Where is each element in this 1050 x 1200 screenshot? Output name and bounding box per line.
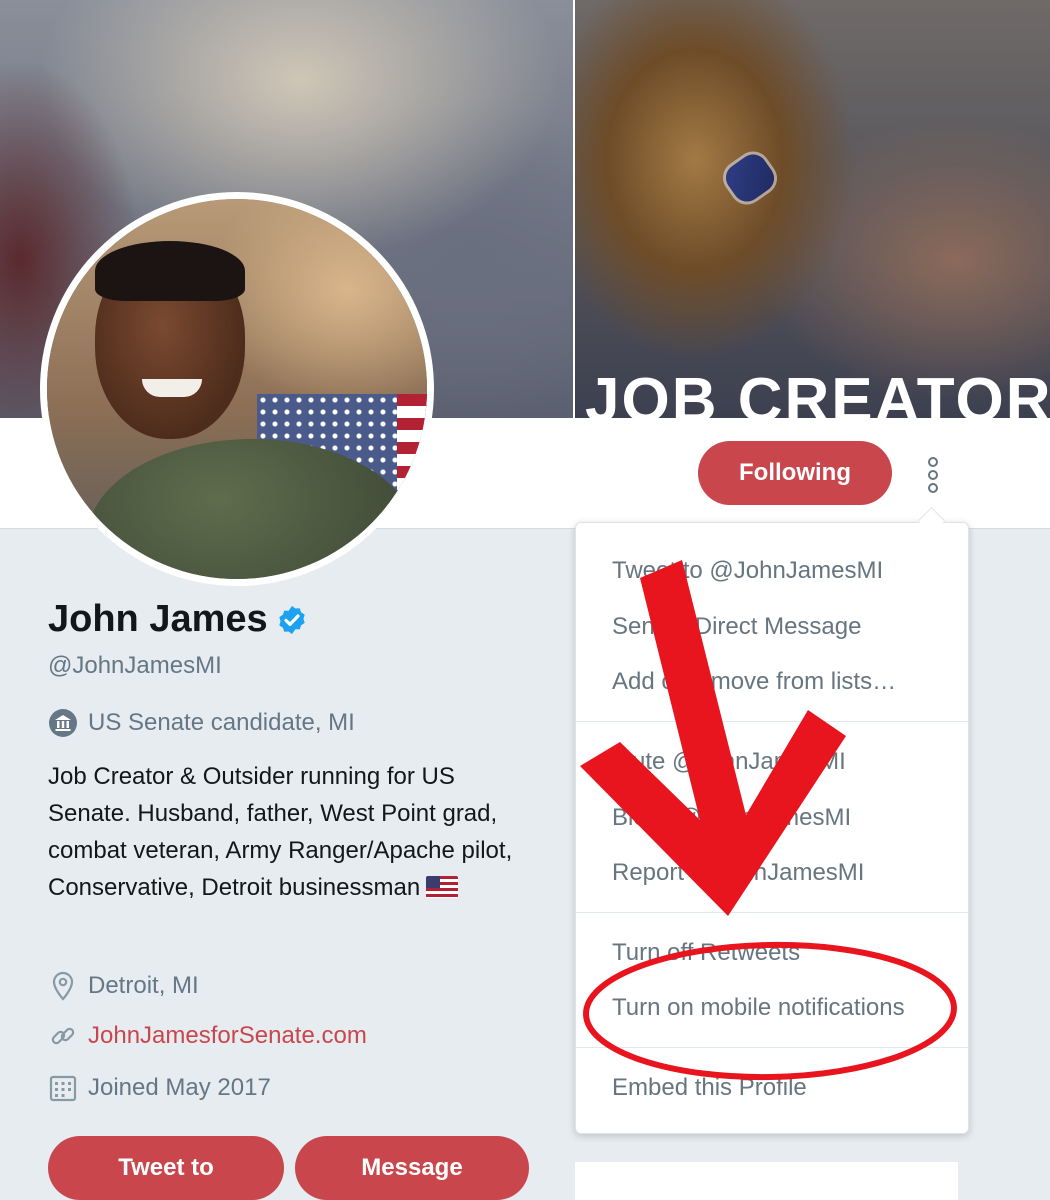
us-flag-emoji	[426, 876, 459, 898]
location-pin-icon	[52, 971, 74, 1001]
profile-bio: Job Creator & Outsider running for US Se…	[48, 758, 518, 906]
menu-divider	[576, 912, 968, 913]
profile-location: Detroit, MI	[88, 972, 199, 999]
menu-item-mute[interactable]: Mute @JohnJamesMI	[612, 748, 846, 776]
sidebar-card	[575, 1162, 958, 1200]
profile-title-row: US Senate candidate, MI	[48, 708, 355, 738]
profile-name: John James	[48, 598, 268, 640]
menu-divider	[576, 1047, 968, 1048]
profile-title: US Senate candidate, MI	[88, 709, 355, 736]
profile-name-row: John James	[48, 598, 308, 641]
menu-item-block[interactable]: Block @JohnJamesMI	[612, 804, 851, 832]
government-building-icon	[49, 709, 77, 737]
profile-joined-row: Joined May 2017	[48, 1073, 271, 1103]
profile-joined: Joined May 2017	[88, 1074, 271, 1101]
avatar-person-hair	[95, 241, 245, 301]
verified-badge-icon	[278, 605, 305, 634]
calendar-icon	[49, 1075, 77, 1102]
menu-item-report[interactable]: Report @JohnJamesMI	[612, 859, 864, 887]
profile-location-row: Detroit, MI	[48, 970, 199, 1002]
profile-website-link[interactable]: JohnJamesforSenate.com	[88, 1022, 367, 1050]
banner-divider	[573, 0, 575, 418]
following-button[interactable]: Following	[698, 441, 892, 505]
profile-more-menu: Tweet to @JohnJamesMI Send a Direct Mess…	[575, 522, 969, 1134]
menu-divider	[576, 721, 968, 722]
profile-handle: @JohnJamesMI	[48, 652, 222, 679]
profile-website-row: JohnJamesforSenate.com	[48, 1021, 367, 1051]
menu-item-direct-message[interactable]: Send a Direct Message	[612, 613, 861, 641]
profile-avatar[interactable]	[40, 192, 434, 586]
menu-item-embed-profile[interactable]: Embed this Profile	[612, 1074, 807, 1102]
banner-photo-right	[575, 0, 1050, 418]
menu-item-lists[interactable]: Add or remove from lists…	[612, 668, 896, 696]
menu-item-mobile-notifications[interactable]: Turn on mobile notifications	[612, 994, 905, 1022]
link-icon	[51, 1027, 75, 1045]
message-button[interactable]: Message	[295, 1136, 529, 1200]
avatar-person-smile	[142, 379, 202, 397]
menu-item-tweet-to[interactable]: Tweet to @JohnJamesMI	[612, 557, 883, 585]
banner-slogan: JOB CREATOR	[585, 366, 1050, 419]
more-vertical-icon[interactable]	[915, 455, 951, 495]
menu-item-turn-off-retweets[interactable]: Turn off Retweets	[612, 939, 800, 967]
tweet-to-button[interactable]: Tweet to	[48, 1136, 284, 1200]
